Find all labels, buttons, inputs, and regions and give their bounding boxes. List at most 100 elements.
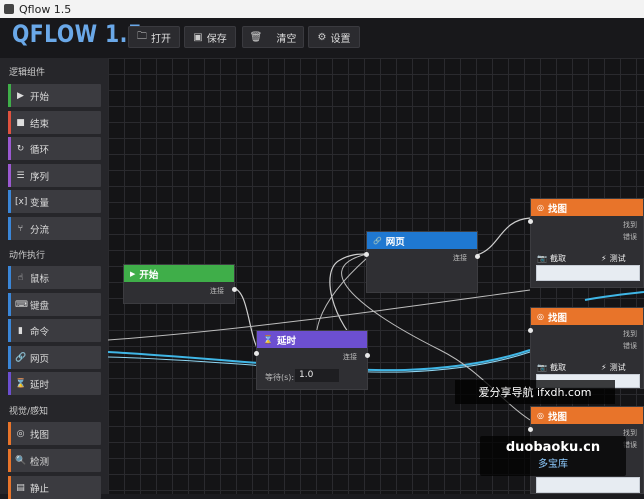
sidebar-item-web[interactable]: 🔗 网页 xyxy=(8,346,101,369)
clear-button[interactable]: 🗑 清空 xyxy=(242,26,304,48)
find-image-icon: ◎ xyxy=(537,203,544,212)
sidebar-item-label: 序列 xyxy=(30,171,50,183)
lightning-icon: ⚡ xyxy=(601,363,607,372)
node-find-image-2[interactable]: ◎ 找图 找到 错误 📷 截取 ⚡ 测试 xyxy=(528,307,644,389)
test-button[interactable]: ⚡ 测试 xyxy=(601,253,626,264)
test-button[interactable]: ⚡ 测试 xyxy=(601,362,626,373)
camera-icon: 📷 xyxy=(537,254,547,263)
node-web-header: 🔗 网页 xyxy=(367,232,477,249)
sidebar-item-delay[interactable]: ⌛ 延时 xyxy=(8,372,101,395)
find-image-icon: ◎ xyxy=(537,411,544,420)
sidebar-item-label: 检测 xyxy=(30,456,50,468)
sidebar-item-label: 鼠标 xyxy=(30,273,50,285)
sidebar-item-find-image[interactable]: ◎ 找图 xyxy=(8,422,101,445)
sidebar-item-label: 找图 xyxy=(30,429,50,441)
settings-button[interactable]: ⚙ 设置 xyxy=(308,26,360,48)
error-port-label: 错误 xyxy=(623,342,637,350)
sidebar-item-mouse[interactable]: ☝ 鼠标 xyxy=(8,266,101,289)
app-logo: QFLOW 1.5 xyxy=(12,20,143,48)
input-port[interactable] xyxy=(528,328,533,333)
sidebar-item-label: 分流 xyxy=(30,224,50,236)
sidebar-item-label: 变量 xyxy=(30,197,50,209)
output-port[interactable] xyxy=(475,254,480,259)
lightning-icon: ⚡ xyxy=(601,254,607,263)
link-icon: 🔗 xyxy=(373,236,382,245)
app-icon xyxy=(4,4,14,14)
sidebar-item-label: 静止 xyxy=(30,483,50,495)
output-port[interactable] xyxy=(232,287,237,292)
save-icon: ▣ xyxy=(193,31,203,43)
capture-button[interactable]: 📷 截取 xyxy=(537,253,566,264)
settings-button-label: 设置 xyxy=(330,33,351,45)
toolbar: QFLOW 1.5 🗀 打开 ▣ 保存 🗑 清空 ⚙ 设置 xyxy=(0,18,644,58)
sidebar-item-variable[interactable]: [x] 变量 xyxy=(8,190,101,213)
capture-label: 截取 xyxy=(549,254,566,263)
sidebar-item-label: 循环 xyxy=(30,144,50,156)
test-label: 测试 xyxy=(609,363,626,372)
hourglass-icon: ⌛ xyxy=(263,335,273,344)
node-title: 找图 xyxy=(547,203,567,215)
node-delay[interactable]: ⌛ 延时 连接 等待(s): 1.0 xyxy=(254,330,370,390)
sidebar-item-label: 开始 xyxy=(30,91,50,103)
trash-icon: 🗑 xyxy=(249,31,263,43)
sequence-icon: ☰ xyxy=(16,170,25,181)
watermark-domain: duobaoku.cn xyxy=(505,440,601,455)
title-bar: Qflow 1.5 xyxy=(0,0,644,18)
sidebar-item-start[interactable]: ▶ 开始 xyxy=(8,84,101,107)
component-sidebar: 逻辑组件 ▶ 开始 ■ 结束 ↻ 循环 ☰ 序列 [x] 变量 ⑂ 分流 动作执行 ☝ 鼠标 … xyxy=(0,58,108,499)
node-title: 找图 xyxy=(547,312,567,324)
input-port[interactable] xyxy=(364,252,369,257)
link-icon: 🔗 xyxy=(15,352,27,363)
sidebar-item-loop[interactable]: ↻ 循环 xyxy=(8,137,101,160)
sidebar-item-end[interactable]: ■ 结束 xyxy=(8,111,101,134)
mouse-icon: ☝ xyxy=(17,272,24,283)
sidebar-item-command[interactable]: ▮ 命令 xyxy=(8,319,101,342)
output-port-label: 连接 xyxy=(210,287,224,295)
sidebar-item-label: 延时 xyxy=(30,379,50,391)
capture-button[interactable]: 📷 截取 xyxy=(537,362,566,373)
sidebar-item-sequence[interactable]: ☰ 序列 xyxy=(8,164,101,187)
input-port[interactable] xyxy=(528,427,533,432)
node-web[interactable]: 🔗 网页 连接 xyxy=(364,231,480,293)
node-title: 开始 xyxy=(139,269,159,281)
save-button-label: 保存 xyxy=(206,33,227,45)
node-delay-header: ⌛ 延时 xyxy=(257,331,367,348)
found-port-label: 找到 xyxy=(623,330,637,338)
section-title-logic: 逻辑组件 xyxy=(9,68,46,78)
input-port[interactable] xyxy=(528,219,533,224)
sidebar-item-keyboard[interactable]: ⌨ 键盘 xyxy=(8,293,101,316)
capture-label: 截取 xyxy=(549,363,566,372)
watermark-duobaoku: duobaoku.cn 多宝库 xyxy=(480,436,626,476)
find-image-icon: ◎ xyxy=(537,312,544,321)
node-find-image-1[interactable]: ◎ 找图 找到 错误 📷 截取 ⚡ 测试 xyxy=(528,198,644,288)
sidebar-item-detect[interactable]: 🔍 检测 xyxy=(8,449,101,472)
section-title-vision: 视觉/感知 xyxy=(9,407,49,417)
branch-icon: ⑂ xyxy=(17,223,24,234)
open-button[interactable]: 🗀 打开 xyxy=(128,26,180,48)
detect-icon: 🔍 xyxy=(15,455,27,466)
input-port[interactable] xyxy=(254,351,259,356)
node-title: 网页 xyxy=(385,236,405,248)
test-label: 测试 xyxy=(609,254,626,263)
save-button[interactable]: ▣ 保存 xyxy=(184,26,236,48)
loop-icon: ↻ xyxy=(16,143,25,154)
stop-icon: ■ xyxy=(16,117,25,128)
sidebar-item-branch[interactable]: ⑂ 分流 xyxy=(8,217,101,240)
variable-icon: [x] xyxy=(15,196,28,207)
play-icon: ▶ xyxy=(17,90,24,101)
open-button-label: 打开 xyxy=(151,33,171,45)
window-title: Qflow 1.5 xyxy=(19,2,72,16)
wait-seconds-label: 等待(s): xyxy=(265,373,295,382)
still-icon: ▤ xyxy=(16,482,25,493)
sidebar-item-still[interactable]: ▤ 静止 xyxy=(8,476,101,499)
command-icon: ▮ xyxy=(18,325,23,336)
output-port[interactable] xyxy=(365,353,370,358)
find-image-icon: ◎ xyxy=(16,428,25,439)
clear-button-label: 清空 xyxy=(276,33,297,45)
watermark-name: 多宝库 xyxy=(538,459,568,470)
hourglass-icon: ⌛ xyxy=(15,378,27,389)
wait-seconds-input[interactable]: 1.0 xyxy=(295,369,339,382)
gear-icon: ⚙ xyxy=(317,31,327,43)
node-start[interactable]: ▶ 开始 连接 xyxy=(123,264,237,304)
found-port-label: 找到 xyxy=(623,221,637,229)
